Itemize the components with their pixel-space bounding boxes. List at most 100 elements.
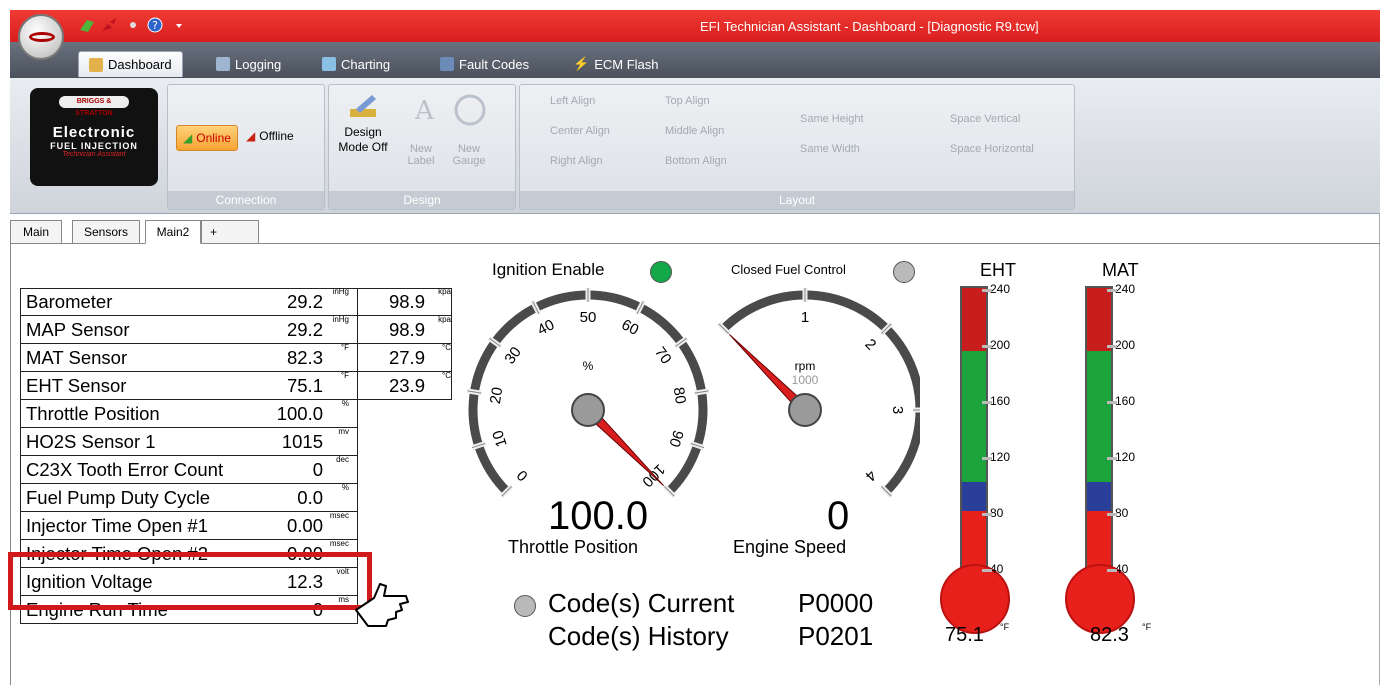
offline-button[interactable]: ◢ Offline [246,129,294,143]
sensor-row: HO2S Sensor 1 1015 mv [20,427,358,456]
space-vertical-button[interactable]: Space Vertical [950,113,1020,125]
closed-fuel-control-led [893,261,915,283]
label-icon: A [414,96,435,125]
doc-tab-main[interactable]: Main [10,220,62,244]
tab-logging[interactable]: Logging [206,51,291,77]
window-title: EFI Technician Assistant - Dashboard - [… [700,19,1039,34]
therm-tick-label: 80 [1115,506,1129,520]
sensor-value-metric: 98.9 kpa [388,287,451,312]
doc-tab-sensors[interactable]: Sensors [72,220,140,244]
sensor-name: Injector Time Open #1 [26,514,209,536]
mat-unit: °F [1142,622,1152,632]
therm-tick [982,289,992,292]
therm-tick [1107,513,1117,516]
sensor-value: 100.0% [276,398,349,424]
therm-tick-label: 240 [1115,282,1136,296]
same-height-button[interactable]: Same Height [800,113,864,125]
lightning-icon: ⚡ [573,56,590,71]
design-group: Design Mode Off New Label New Gauge A De… [328,84,516,210]
therm-band [1087,350,1111,483]
online-button[interactable]: ◢ Online [176,125,238,151]
doc-tab-main2[interactable]: Main2 [145,220,201,244]
new-gauge-button[interactable]: New Gauge [449,143,489,167]
sensor-name: Throttle Position [26,402,160,424]
sensor-unit-metric: °C [442,342,451,352]
therm-tube [960,286,988,576]
sensor-row: EHT Sensor 75.1 °F [20,370,358,400]
tab-ecm-flash[interactable]: ⚡ ECM Flash [563,51,668,77]
dashboard-icon [89,57,103,72]
ribbon-tab-bar: Dashboard Logging Charting Fault Codes ⚡… [10,42,1380,78]
gauge-hub [788,393,822,427]
eht-value: 75.1 [945,624,984,646]
gauge-icon [454,94,486,126]
right-align-button[interactable]: Right Align [550,155,603,167]
sensor-value-metric: 27.9 °C [388,342,451,368]
engine-speed-value: 0 [827,494,850,538]
left-align-button[interactable]: Left Align [550,95,595,107]
mat-value: 82.3 [1090,624,1129,646]
title-bar: EFI Technician Assistant - Dashboard - [… [10,10,1380,42]
plug-icon: ◢ [183,131,193,145]
add-tab-button[interactable]: + [201,220,259,244]
sensor-unit-metric: °C [442,370,451,380]
gauge-tick-label: 30 [501,344,525,367]
highlight-box [8,552,372,610]
sensor-unit: °F [340,342,349,352]
svg-text:?: ? [152,19,158,32]
space-horizontal-button[interactable]: Space Horizontal [950,143,1034,155]
therm-tick [1107,345,1117,348]
gauge-sub: 1000 [792,373,819,387]
code-current-label: Code(s) Current [548,588,735,618]
therm-tick [982,401,992,404]
closed-fuel-control-label: Closed Fuel Control [731,262,846,277]
sensor-row: Fuel Pump Duty Cycle 0.0% [20,483,358,512]
sensor-value: 29.2 inHg [286,287,349,312]
sensor-row-metric: 23.9 °C [357,370,452,400]
tab-fault-codes[interactable]: Fault Codes [430,51,539,77]
tab-charting[interactable]: Charting [312,51,400,77]
same-width-button[interactable]: Same Width [800,143,860,155]
new-label-button[interactable]: New Label [401,143,441,167]
sensor-value: 82.3 °F [286,342,349,368]
sensor-row-metric: 27.9 °C [357,342,452,372]
gauge-tick-label: 70 [651,344,675,367]
svg-text:A: A [414,96,435,125]
layout-group: Left Align Center Align Right Align Top … [519,84,1075,210]
design-mode-button[interactable]: Design Mode Off [337,91,389,155]
therm-tick-label: 160 [1115,394,1136,408]
bottom-align-button[interactable]: Bottom Align [665,155,727,167]
code-history-label: Code(s) History [548,621,729,651]
sensor-unit: dec [336,454,349,464]
help-icon[interactable]: ? [146,16,164,34]
therm-band [962,350,986,483]
therm-tick-label: 40 [1115,562,1129,576]
eht-label: EHT [980,260,1016,280]
tab-dashboard[interactable]: Dashboard [78,51,183,77]
sensor-unit-metric: kpa [438,314,451,324]
therm-tick-label: 240 [990,282,1011,296]
ribbon: BRIGGS & STRATTON Electronic FUEL INJECT… [10,78,1380,214]
throttle-gauge: 0102030405060708090100% [467,288,709,499]
sensor-value: 75.1 °F [286,370,349,396]
center-align-button[interactable]: Center Align [550,125,610,137]
engine-speed-label: Engine Speed [733,537,847,557]
sensor-row: MAT Sensor 82.3 °F [20,342,358,372]
top-align-button[interactable]: Top Align [665,95,710,107]
online-quick-icon[interactable] [78,16,96,34]
customize-dropdown-icon[interactable] [170,16,188,34]
gauge-tick-label: 50 [580,309,597,326]
middle-align-button[interactable]: Middle Align [665,125,724,137]
gauge-tick-label: 3 [889,406,906,414]
therm-tick-label: 40 [990,562,1004,576]
sensor-name: MAT Sensor [26,346,128,368]
therm-tick-label: 80 [990,506,1004,520]
gauge-tick-label: 20 [487,386,506,405]
therm-tick-label: 120 [1115,450,1136,464]
sensor-name: Barometer [26,291,113,312]
ignition-enable-led [650,261,672,283]
app-menu-button[interactable] [18,14,64,60]
offline-quick-icon[interactable] [100,16,118,34]
therm-band [962,288,986,351]
stop-quick-icon[interactable] [124,16,142,34]
